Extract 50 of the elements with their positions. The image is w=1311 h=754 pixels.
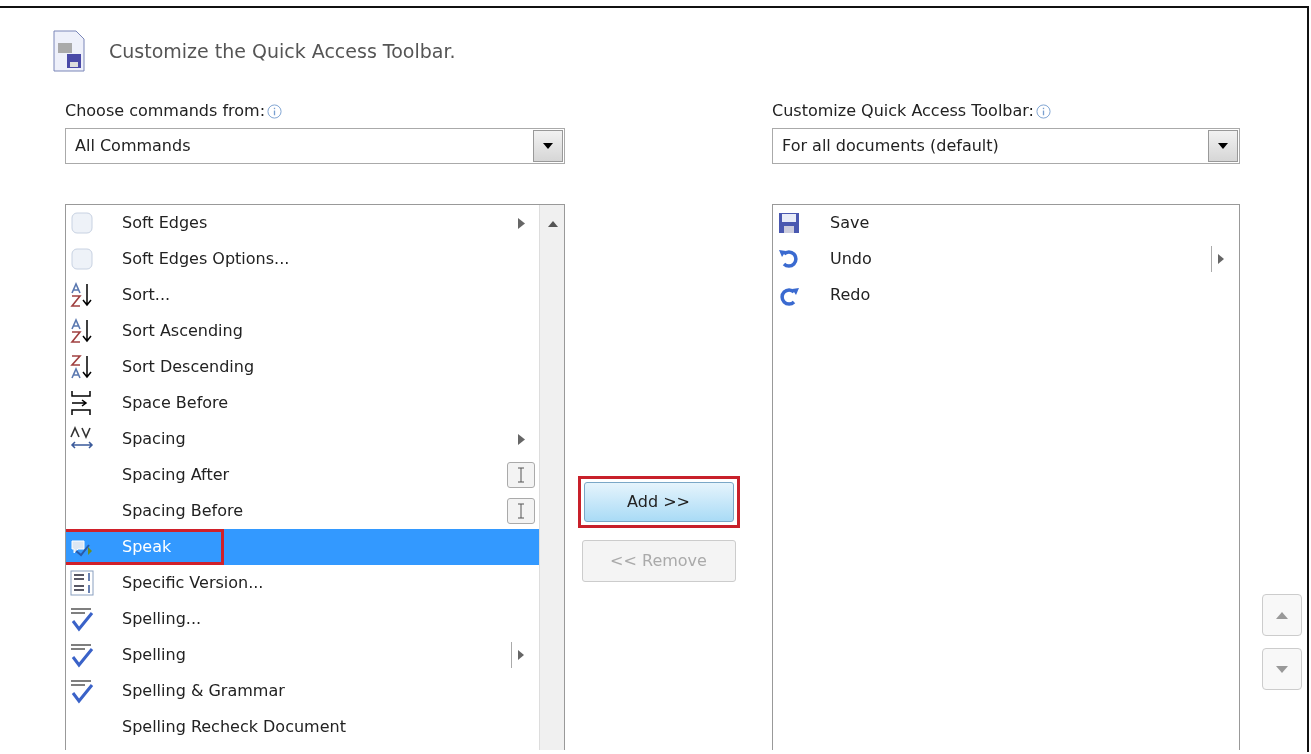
command-item[interactable]: Spelling [66, 637, 539, 673]
command-item[interactable]: Specific Version... [66, 565, 539, 601]
print-save-icon [53, 30, 85, 72]
split-arrow-icon[interactable] [511, 642, 525, 668]
command-item[interactable]: Spelling Recheck Document [66, 709, 539, 745]
toolbar-item[interactable]: Save [773, 205, 1239, 241]
sort-descending-icon [70, 353, 94, 381]
add-button[interactable]: Add >> [583, 482, 734, 522]
undo-icon [778, 248, 800, 270]
spelling-check-icon [70, 641, 94, 669]
command-item[interactable]: Sort Ascending [66, 313, 539, 349]
command-item[interactable]: Sort Descending [66, 349, 539, 385]
scrollbar[interactable] [539, 205, 564, 750]
move-up-button[interactable] [1262, 594, 1302, 636]
scroll-up-icon [548, 221, 558, 227]
sort-ascending-icon [70, 317, 94, 345]
dropdown-arrow-icon [1218, 143, 1228, 149]
commands-dropdown[interactable]: All Commands [65, 128, 565, 164]
command-item[interactable]: Spelling... [66, 601, 539, 637]
command-item[interactable]: Spacing Before [66, 493, 539, 529]
command-item[interactable]: Soft Edges [66, 205, 539, 241]
dialog-heading: Customize the Quick Access Toolbar. [109, 38, 456, 64]
spelling-check-icon [70, 605, 94, 633]
dropdown-value: All Commands [75, 135, 191, 157]
toolbar-dropdown[interactable]: For all documents (default) [772, 128, 1240, 164]
info-icon [1036, 103, 1051, 119]
info-icon [267, 103, 283, 119]
split-arrow-icon[interactable] [1211, 246, 1225, 272]
space-before-icon [70, 389, 94, 417]
line-spacing-icon [70, 569, 94, 597]
move-down-button[interactable] [1262, 648, 1302, 690]
field-label: Customize Quick Access Toolbar: [772, 100, 1034, 122]
toolbar-item[interactable]: Redo [773, 277, 1239, 313]
dropdown-value: For all documents (default) [782, 135, 999, 157]
dropdown-arrow-icon [543, 143, 553, 149]
command-item[interactable]: Spacing [66, 421, 539, 457]
command-item[interactable]: Space Before [66, 385, 539, 421]
sort-ascending-icon [70, 281, 94, 309]
save-icon [778, 212, 800, 234]
command-item[interactable]: Soft Edges Options... [66, 241, 539, 277]
command-item[interactable]: Spacing After [66, 457, 539, 493]
spelling-check-icon [70, 677, 94, 705]
down-arrow-icon [1276, 665, 1288, 673]
soft-edges-icon [70, 245, 94, 273]
command-item[interactable]: Sort... [66, 277, 539, 313]
soft-edges-icon [70, 209, 94, 237]
field-label: Choose commands from: [65, 100, 266, 122]
toolbar-item[interactable]: Undo [773, 241, 1239, 277]
up-arrow-icon [1276, 611, 1288, 619]
command-item[interactable]: Spelling & Grammar [66, 673, 539, 709]
